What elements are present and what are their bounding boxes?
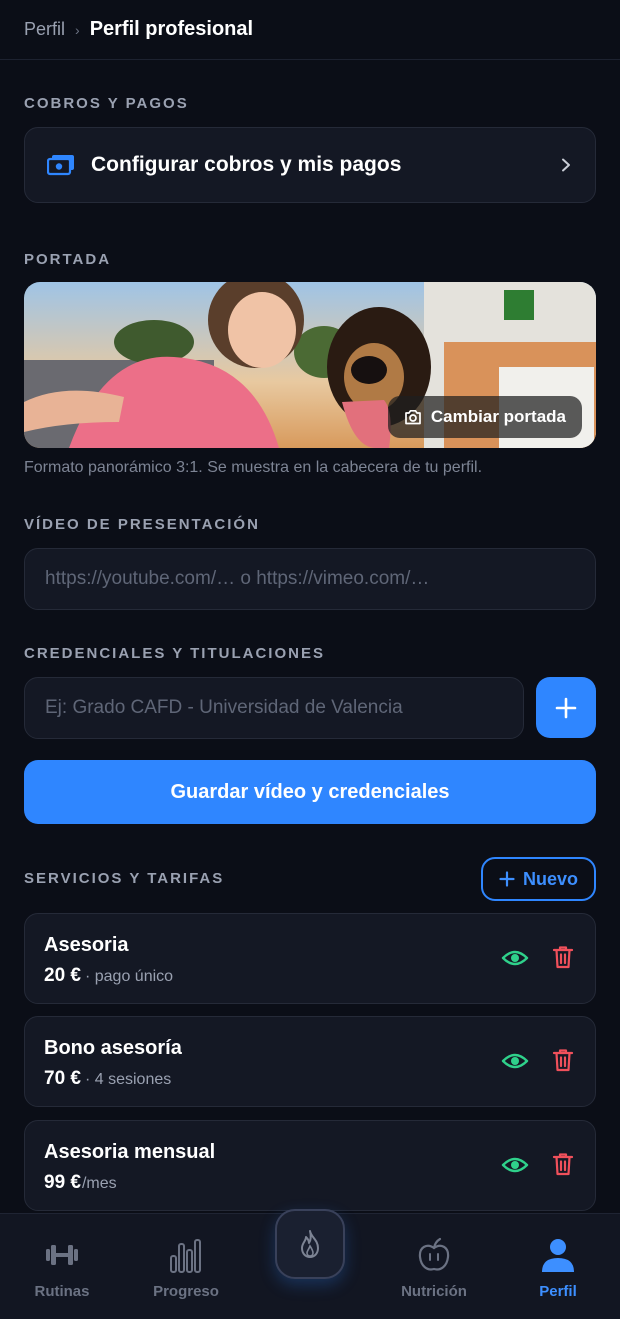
service-detail: · 4 sesiones: [84, 1071, 172, 1088]
add-credential-button[interactable]: [536, 677, 596, 738]
payments-settings-item[interactable]: Configurar cobros y mis pagos: [24, 127, 596, 203]
plus-icon: [555, 697, 577, 718]
service-detail: · pago único: [84, 968, 174, 985]
nav-label: Nutrición: [401, 1283, 467, 1300]
chevron-right-icon: [562, 158, 570, 172]
change-cover-button[interactable]: Cambiar portada: [387, 396, 582, 438]
nav-label: Perfil: [539, 1283, 577, 1300]
service-name: Asesoria mensual: [44, 1141, 216, 1163]
page-title: Perfil profesional: [89, 18, 254, 40]
nav-label: Progreso: [153, 1283, 219, 1300]
cover-image: Cambiar portada: [24, 282, 596, 448]
service-price-row: 99 € /mes: [44, 1172, 117, 1194]
service-name: Asesoria: [44, 934, 129, 956]
new-service-label: Nuevo: [522, 868, 578, 889]
breadcrumb-parent[interactable]: Perfil: [24, 19, 65, 40]
service-price-row: 70 € · 4 sesiones: [44, 1068, 171, 1090]
save-video-credentials-button[interactable]: Guardar vídeo y credenciales: [24, 760, 596, 824]
service-name: Bono asesoría: [44, 1037, 182, 1059]
nav-item-streak-fab[interactable]: [275, 1209, 345, 1279]
money-icon: [47, 155, 74, 176]
services-section-label: SERVICIOS Y TARIFAS: [24, 870, 225, 887]
nav-item-rutinas[interactable]: Rutinas: [0, 1214, 124, 1319]
visibility-eye-icon[interactable]: [501, 1050, 529, 1072]
user-icon: [542, 1239, 574, 1272]
video-section-label: VÍDEO DE PRESENTACIÓN: [24, 516, 260, 533]
change-cover-label: Cambiar portada: [430, 407, 566, 426]
nav-item-progreso[interactable]: Progreso: [124, 1214, 248, 1319]
delete-trash-icon[interactable]: [552, 945, 574, 969]
cover-section-label: PORTADA: [24, 251, 112, 268]
payments-settings-label: Configurar cobros y mis pagos: [91, 153, 402, 176]
visibility-eye-icon[interactable]: [501, 947, 529, 969]
service-detail: /mes: [81, 1175, 117, 1192]
delete-trash-icon[interactable]: [552, 1152, 574, 1176]
service-price: 70 €: [44, 1068, 81, 1089]
nav-item-nutricion[interactable]: Nutrición: [372, 1214, 496, 1319]
video-url-input[interactable]: https://youtube.com/… o https://vimeo.co…: [24, 548, 596, 610]
credential-input[interactable]: Ej: Grado CAFD - Universidad de Valencia: [24, 677, 524, 739]
delete-trash-icon[interactable]: [552, 1048, 574, 1072]
payments-section-label: COBROS Y PAGOS: [24, 95, 189, 112]
bars-icon: [170, 1239, 201, 1273]
new-service-button[interactable]: Nuevo: [481, 857, 596, 901]
breadcrumb-separator: ›: [75, 21, 80, 38]
service-card[interactable]: Bono asesoría 70 € · 4 sesiones: [24, 1016, 596, 1107]
apple-icon: [418, 1237, 450, 1271]
visibility-eye-icon[interactable]: [501, 1154, 529, 1176]
nav-item-perfil[interactable]: Perfil: [496, 1214, 620, 1319]
credentials-section-label: CREDENCIALES Y TITULACIONES: [24, 645, 325, 662]
nav-label: Rutinas: [34, 1283, 90, 1300]
breadcrumb: Perfil › Perfil profesional: [0, 0, 620, 60]
plus-icon: [499, 871, 515, 887]
camera-icon: [405, 409, 421, 425]
cover-hint: Formato panorámico 3:1. Se muestra en la…: [24, 459, 483, 476]
service-card[interactable]: Asesoria 20 € · pago único: [24, 913, 596, 1004]
service-price: 20 €: [44, 965, 81, 986]
dumbbell-icon: [46, 1245, 78, 1265]
service-price-row: 20 € · pago único: [44, 965, 173, 987]
service-price: 99 €: [44, 1172, 81, 1193]
flame-icon: [301, 1230, 319, 1258]
service-card[interactable]: Asesoria mensual 99 € /mes: [24, 1120, 596, 1211]
